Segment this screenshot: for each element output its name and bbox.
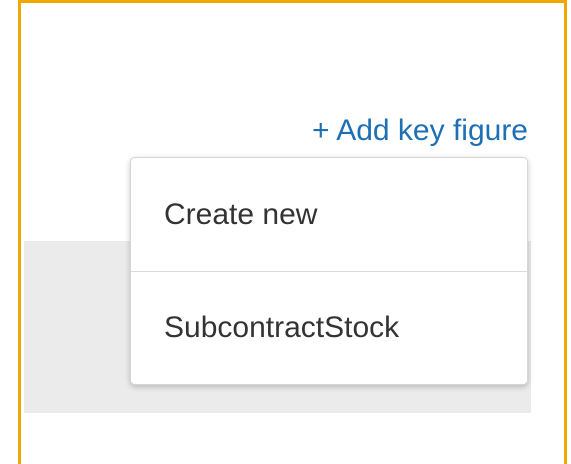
- menu-item-create-new[interactable]: Create new: [131, 158, 527, 271]
- add-key-figure-dropdown: Create new SubcontractStock: [130, 157, 528, 385]
- panel-frame: + Add key figure Create new SubcontractS…: [18, 0, 567, 464]
- menu-item-subcontractstock[interactable]: SubcontractStock: [131, 271, 527, 384]
- add-key-figure-link[interactable]: + Add key figure: [312, 111, 528, 151]
